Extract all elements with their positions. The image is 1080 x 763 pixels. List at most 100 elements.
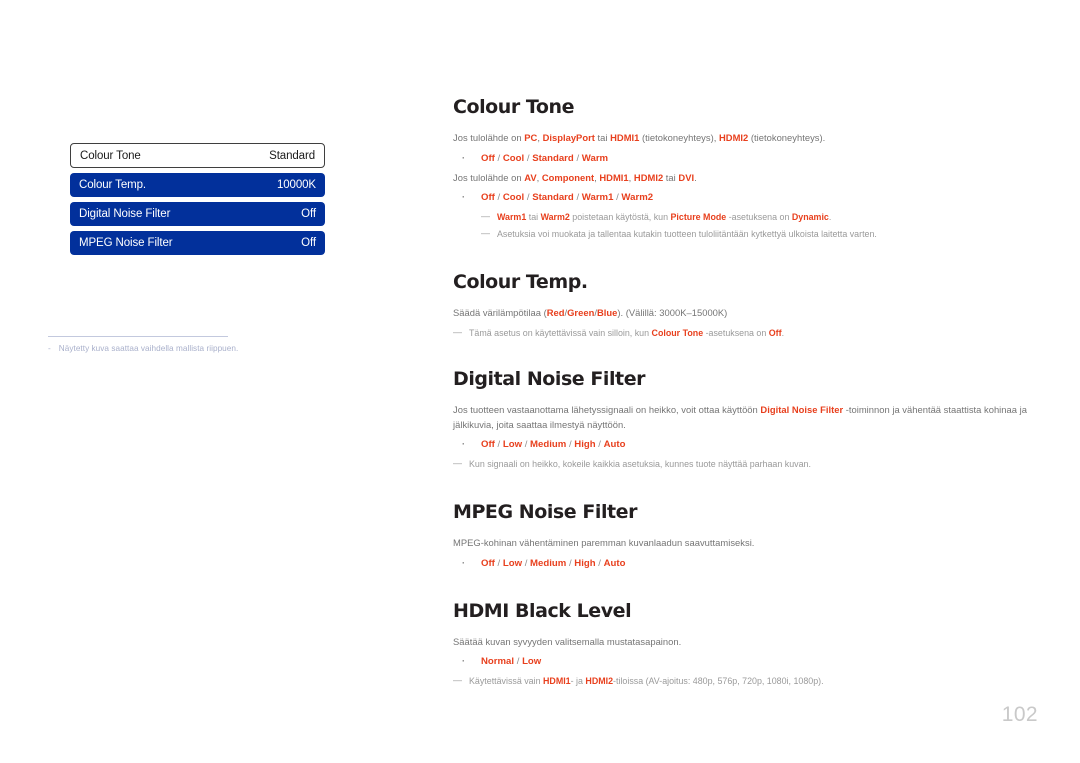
- text-run: (tietokoneyhteys),: [639, 132, 719, 143]
- osd-row-value: Off: [301, 237, 316, 249]
- option-list-colour-tone-av: · Off / Cool / Standard / Warm1 / Warm2: [453, 190, 1038, 205]
- option-value: Cool: [502, 152, 525, 164]
- option-value: High: [574, 557, 596, 569]
- text-run: ). (Välillä: 3000K–15000K): [617, 307, 728, 319]
- text-run: tai: [594, 132, 611, 143]
- text-run: .: [781, 327, 785, 338]
- list-item: · Off / Low / Medium / High / Auto: [462, 439, 626, 451]
- list-item: · Off / Cool / Standard / Warm1 / Warm2: [462, 192, 654, 204]
- option-value: Warm: [581, 152, 609, 164]
- keyword: HDMI1: [599, 171, 629, 183]
- option-list-digital-noise-filter: · Off / Low / Medium / High / Auto: [453, 437, 1038, 452]
- text-run: Kun signaali on heikko, kokeile kaikkia …: [469, 459, 811, 470]
- text-run: Käytettävissä vain: [469, 676, 543, 687]
- image-footnote: - Näytetty kuva saattaa vaihdella mallis…: [48, 336, 298, 353]
- list-item: · Normal / Low: [462, 656, 542, 668]
- bullet-glyph: ·: [462, 152, 465, 163]
- option-value: Standard: [532, 192, 574, 204]
- note-hdmi-modes: — Käytettävissä vain HDMI1- ja HDMI2-tilo…: [453, 674, 1038, 689]
- osd-row-colour-tone[interactable]: Colour Tone Standard: [70, 143, 325, 168]
- text-run: Tämä asetus on käytettävissä vain silloi…: [469, 327, 652, 338]
- option-list-mpeg-noise-filter: · Off / Low / Medium / High / Auto: [453, 556, 1038, 571]
- note-dash: —: [481, 227, 490, 238]
- keyword: Component: [541, 171, 595, 183]
- section-title: Colour Temp.: [453, 271, 588, 294]
- footnote-dash: -: [48, 344, 51, 353]
- keyword: DVI: [678, 171, 695, 183]
- text-run: Jos tulolähde on: [453, 171, 525, 183]
- osd-row-value: Standard: [269, 149, 315, 162]
- section-title: HDMI Black Level: [453, 599, 632, 622]
- option-list-hdmi-black-level: · Normal / Low: [453, 654, 1038, 669]
- page-number: 102: [1001, 703, 1038, 726]
- list-item: · Off / Low / Medium / High / Auto: [462, 557, 626, 569]
- option-list-colour-tone-pc: · Off / Cool / Standard / Warm: [453, 151, 1038, 166]
- text-run: - ja: [570, 676, 586, 687]
- text-run: tai: [526, 212, 541, 223]
- manual-page: { "colors": { "osd_bar": "#02309b", "osd…: [0, 0, 1080, 763]
- option-value: Low: [502, 439, 523, 451]
- keyword: Blue: [596, 307, 618, 319]
- note-dash: —: [453, 326, 462, 337]
- keyword: Dynamic: [791, 212, 829, 223]
- option-value: Low: [502, 557, 523, 569]
- keyword: HDMI2: [719, 132, 749, 143]
- text-run: .: [828, 212, 832, 223]
- keyword: Warm2: [540, 212, 570, 223]
- osd-row-digital-noise-filter[interactable]: Digital Noise Filter Off: [70, 202, 325, 226]
- text-run: -asetuksena on: [703, 327, 769, 338]
- text-run: tai: [663, 171, 679, 183]
- osd-row-label: Colour Temp.: [79, 179, 146, 191]
- option-value: Standard: [532, 152, 574, 164]
- osd-row-mpeg-noise-filter[interactable]: MPEG Noise Filter Off: [70, 231, 325, 255]
- option-value: Auto: [603, 439, 626, 451]
- keyword: Red: [546, 307, 565, 319]
- bullet-glyph: ·: [462, 192, 465, 203]
- section-digital-noise-filter: Digital Noise Filter Jos tuotteen vastaa…: [453, 368, 1038, 472]
- keyword: Picture Mode: [670, 212, 727, 223]
- keyword: HDMI1: [543, 676, 571, 687]
- osd-row-colour-temp[interactable]: Colour Temp. 10000K: [70, 173, 325, 197]
- option-value: Cool: [502, 192, 525, 204]
- bullet-glyph: ·: [462, 557, 465, 568]
- paragraph-input-sources-av: Jos tulolähde on AV, Component, HDMI1, H…: [453, 171, 1038, 186]
- keyword: PC: [524, 132, 538, 143]
- option-value: Auto: [603, 557, 626, 569]
- keyword: Off: [768, 327, 782, 338]
- bullet-glyph: ·: [462, 439, 465, 450]
- keyword: HDMI2: [633, 171, 664, 183]
- text-run: .: [694, 171, 697, 183]
- paragraph-digital-noise-filter: Jos tuotteen vastaanottama lähetyssignaa…: [453, 403, 1038, 432]
- text-run: poistetaan käytöstä, kun: [569, 212, 671, 223]
- text-run: Jos tuotteen vastaanottama lähetyssignaa…: [453, 404, 761, 416]
- content-column: Colour Tone Jos tulolähde on PC, Display…: [453, 96, 1038, 691]
- text-run: (tietokoneyhteys).: [748, 132, 826, 143]
- keyword: HDMI2: [585, 676, 614, 687]
- keyword: AV: [524, 171, 537, 183]
- note-dash: —: [481, 211, 490, 222]
- list-item: · Off / Cool / Standard / Warm: [462, 152, 609, 164]
- section-title: Colour Tone: [453, 96, 575, 118]
- text-run: Säädä värilämpötilaa (: [453, 307, 547, 319]
- option-value: Off: [481, 557, 495, 569]
- section-colour-temp: Colour Temp. Säädä värilämpötilaa (Red/G…: [453, 271, 1038, 340]
- option-value: Medium: [530, 557, 567, 569]
- option-value: Medium: [530, 439, 567, 451]
- keyword: Warm1: [497, 212, 527, 223]
- keyword: Digital Noise Filter: [760, 404, 844, 416]
- section-title: Digital Noise Filter: [453, 368, 646, 391]
- keyword: Green: [567, 307, 595, 319]
- keyword: HDMI1: [610, 132, 640, 143]
- section-hdmi-black-level: HDMI Black Level Säätää kuvan syvyyden v…: [453, 600, 1038, 689]
- osd-row-label: MPEG Noise Filter: [79, 237, 173, 249]
- option-value: Normal: [481, 656, 515, 668]
- paragraph-colour-temp: Säädä värilämpötilaa (Red/Green/Blue). (…: [453, 306, 1038, 321]
- bullet-glyph: ·: [462, 656, 465, 667]
- option-value: Off: [481, 192, 495, 204]
- section-colour-tone: Colour Tone Jos tulolähde on PC, Display…: [453, 96, 1038, 241]
- text-run: Jos tulolähde on: [453, 132, 525, 143]
